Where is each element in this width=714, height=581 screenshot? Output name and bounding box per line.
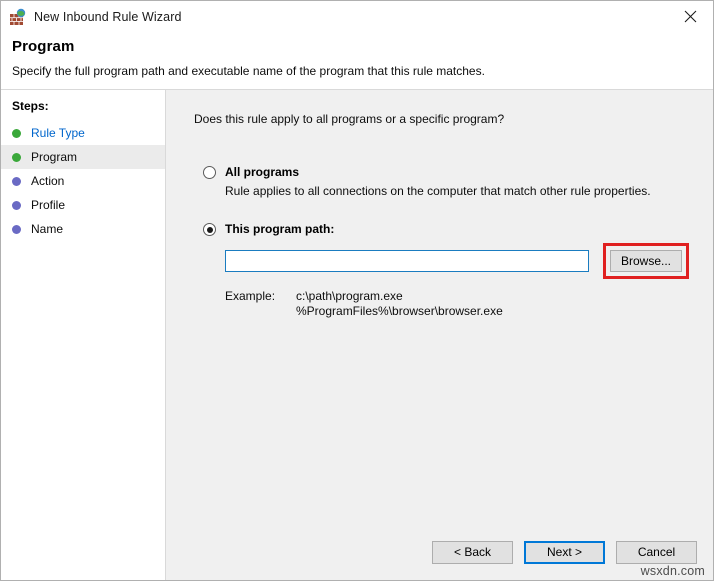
step-bullet-icon <box>12 177 21 186</box>
steps-sidebar: Steps: Rule Type Program Action Profile … <box>1 90 166 580</box>
example-line-1: c:\path\program.exe <box>296 289 403 303</box>
radio-icon-unchecked[interactable] <box>203 166 216 179</box>
program-path-input[interactable] <box>225 250 589 272</box>
sidebar-item-label: Program <box>31 150 77 164</box>
cancel-button[interactable]: Cancel <box>616 541 697 564</box>
close-icon[interactable] <box>667 1 713 32</box>
radio-label-all-programs: All programs <box>225 165 299 179</box>
page-header: Program Specify the full program path an… <box>1 32 713 90</box>
program-scope-radio-group: All programs Rule applies to all connect… <box>203 165 713 319</box>
radio-option-all-programs[interactable]: All programs <box>203 165 713 179</box>
wizard-window: New Inbound Rule Wizard Program Specify … <box>0 0 714 581</box>
sidebar-item-rule-type[interactable]: Rule Type <box>1 121 165 145</box>
example-values: c:\path\program.exe %ProgramFiles%\brows… <box>296 289 503 319</box>
steps-heading: Steps: <box>1 99 165 121</box>
browse-button[interactable]: Browse... <box>610 250 682 272</box>
wizard-body: Steps: Rule Type Program Action Profile … <box>1 90 713 580</box>
spacer <box>203 198 713 222</box>
sidebar-item-profile[interactable]: Profile <box>1 193 165 217</box>
example-block: Example: c:\path\program.exe %ProgramFil… <box>225 289 713 319</box>
radio-option-this-program-path[interactable]: This program path: <box>203 222 713 236</box>
main-panel: Does this rule apply to all programs or … <box>166 90 713 580</box>
step-bullet-icon <box>12 153 21 162</box>
step-bullet-icon <box>12 129 21 138</box>
program-path-row: Browse... <box>225 243 713 279</box>
back-button[interactable]: < Back <box>432 541 513 564</box>
sidebar-item-label: Rule Type <box>31 126 85 140</box>
step-bullet-icon <box>12 201 21 210</box>
sidebar-item-program[interactable]: Program <box>1 145 165 169</box>
wizard-footer: < Back Next > Cancel <box>166 524 713 580</box>
firewall-globe-icon <box>9 8 27 26</box>
example-line-2: %ProgramFiles%\browser\browser.exe <box>296 304 503 318</box>
example-label: Example: <box>225 289 296 319</box>
sidebar-item-label: Profile <box>31 198 65 212</box>
next-button[interactable]: Next > <box>524 541 605 564</box>
window-title: New Inbound Rule Wizard <box>34 10 182 24</box>
sidebar-item-label: Action <box>31 174 64 188</box>
step-bullet-icon <box>12 225 21 234</box>
question-text: Does this rule apply to all programs or … <box>194 112 713 126</box>
page-subtitle: Specify the full program path and execut… <box>12 64 713 78</box>
title-bar: New Inbound Rule Wizard <box>1 1 713 32</box>
watermark: wsxdn.com <box>641 564 705 578</box>
browse-highlight-box: Browse... <box>603 243 689 279</box>
sidebar-item-name[interactable]: Name <box>1 217 165 241</box>
radio-icon-checked[interactable] <box>203 223 216 236</box>
radio-label-this-program-path: This program path: <box>225 222 334 236</box>
sidebar-item-label: Name <box>31 222 63 236</box>
sidebar-item-action[interactable]: Action <box>1 169 165 193</box>
radio-description-all-programs: Rule applies to all connections on the c… <box>225 184 713 198</box>
page-title: Program <box>12 38 713 55</box>
